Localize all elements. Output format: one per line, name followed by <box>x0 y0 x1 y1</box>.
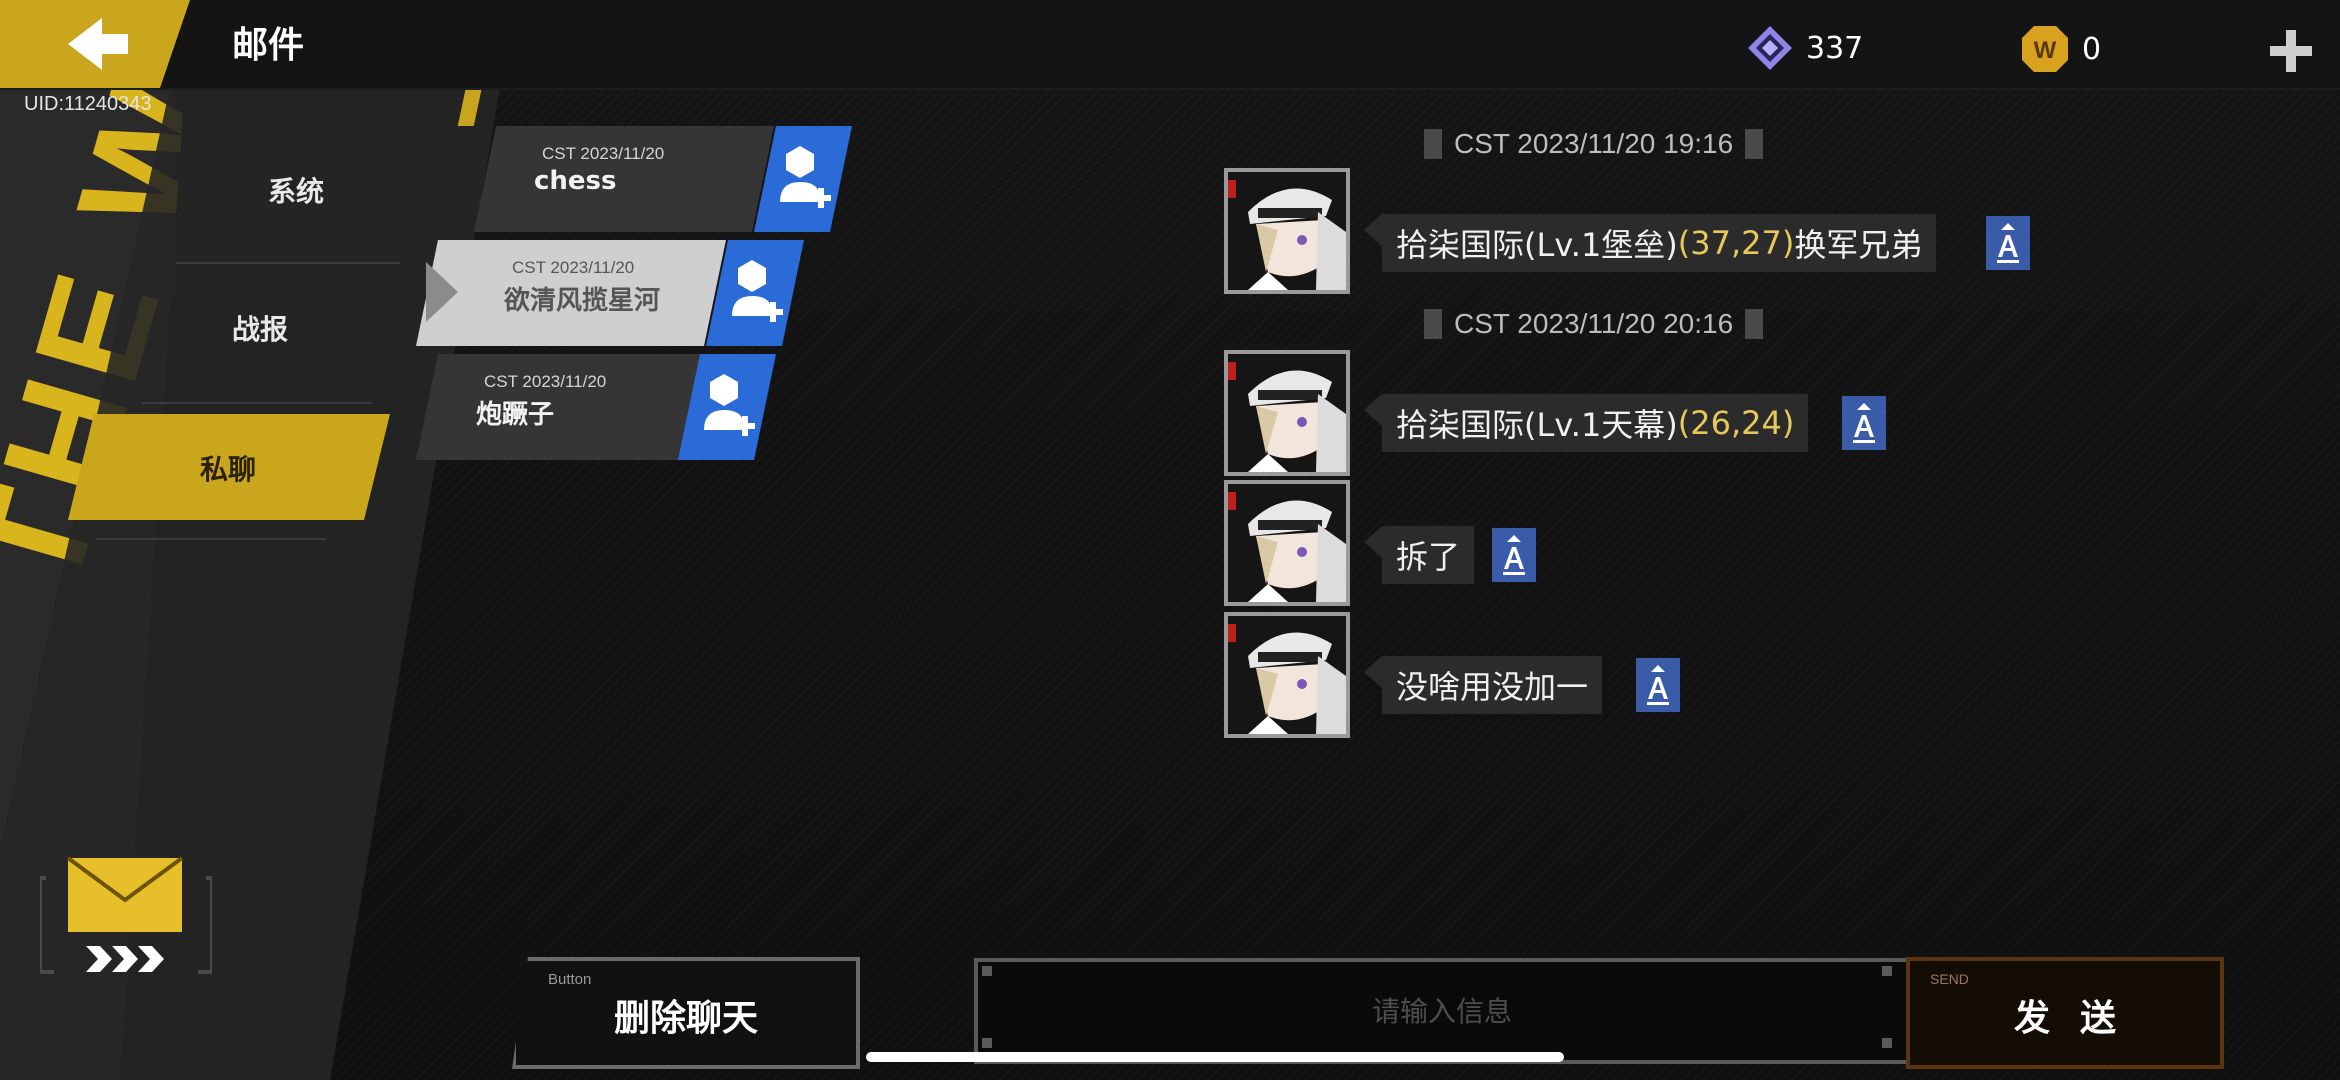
translate-button[interactable] <box>1636 658 1680 712</box>
message-text: 没啥用没加一 <box>1396 668 1589 706</box>
message-bubble[interactable]: 没啥用没加一 <box>1382 656 1603 714</box>
sender-avatar[interactable] <box>1224 350 1350 476</box>
contact-item[interactable]: CST 2023/11/20 chess <box>474 126 852 232</box>
coordinate-link[interactable]: (26,24) <box>1678 404 1795 442</box>
timestamp-marker <box>1424 309 1442 339</box>
message-text: 拆了 <box>1396 538 1461 576</box>
nav-item-private-chat-label: 私聊 <box>200 453 257 486</box>
message-text: 拾柒国际(Lv.1天幕) <box>1396 406 1678 444</box>
timestamp-text: CST 2023/11/20 20:16 <box>1454 308 1734 339</box>
avatar-portrait-icon <box>1228 172 1346 290</box>
coin-currency: W 0 <box>2020 24 2101 74</box>
bubble-tail <box>1364 214 1382 246</box>
back-button[interactable] <box>0 0 190 88</box>
nav-divider <box>176 262 400 264</box>
w-coin-icon: W <box>2022 26 2068 72</box>
contact-card <box>474 126 774 232</box>
input-corner <box>1882 966 1892 976</box>
message-bubble[interactable]: 拾柒国际(Lv.1天幕) (26,24) <box>1382 394 1809 452</box>
timestamp-text: CST 2023/11/20 19:16 <box>1454 128 1734 159</box>
avatar-portrait-icon <box>1228 484 1346 602</box>
page-title: 邮件 <box>232 25 305 66</box>
add-friend-icon <box>778 146 834 210</box>
timestamp-marker <box>1745 309 1764 339</box>
home-indicator[interactable] <box>866 1052 1564 1062</box>
contact-date: CST 2023/11/20 <box>542 144 665 163</box>
message-bubble[interactable]: 拆了 <box>1382 526 1475 584</box>
bubble-tail <box>1364 656 1382 688</box>
nav-divider <box>96 538 326 540</box>
add-friend-icon <box>702 374 758 438</box>
translate-icon <box>1997 223 2019 263</box>
bubble-tail <box>1364 394 1382 426</box>
timestamp-marker <box>1745 129 1764 159</box>
coordinate-link[interactable]: (37,27) <box>1678 224 1795 262</box>
delete-chat-label: 删除聊天 <box>613 998 758 1039</box>
input-corner <box>982 1038 992 1048</box>
chat-timestamp: CST 2023/11/20 20:16 <box>1424 308 1764 340</box>
gem-count: 337 <box>1806 30 1864 66</box>
message-input[interactable] <box>974 958 1910 1064</box>
translate-icon <box>1647 665 1669 705</box>
contact-name: 欲清风揽星河 <box>504 286 661 316</box>
delete-chat-button[interactable]: Button 删除聊天 <box>512 957 860 1069</box>
contact-item-selected[interactable]: CST 2023/11/20 欲清风揽星河 <box>416 240 826 346</box>
translate-icon <box>1853 403 1875 443</box>
send-label: 发送 <box>2013 998 2146 1039</box>
svg-text:W: W <box>2034 37 2057 64</box>
message-bubble[interactable]: 拾柒国际(Lv.1堡垒) (37,27) 换军兄弟 <box>1382 214 1937 272</box>
send-button[interactable]: SEND 发送 <box>1906 957 2224 1069</box>
contact-name: 炮蹶子 <box>476 400 555 430</box>
sender-avatar[interactable] <box>1224 168 1350 294</box>
bubble-tail <box>1364 526 1382 558</box>
input-corner <box>982 966 992 976</box>
translate-button[interactable] <box>1842 396 1886 450</box>
translate-icon <box>1503 535 1525 575</box>
avatar-portrait-icon <box>1228 354 1346 472</box>
top-bar: 邮件 337 W 0 <box>0 0 2340 90</box>
gem-currency: 337 <box>1746 24 1863 72</box>
sender-avatar[interactable] <box>1224 480 1350 606</box>
chat-timestamp: CST 2023/11/20 19:16 <box>1424 128 1764 160</box>
add-plus-icon[interactable] <box>2268 28 2314 74</box>
coin-count: 0 <box>2082 31 2102 67</box>
contact-item[interactable]: CST 2023/11/20 炮蹶子 <box>416 354 794 460</box>
back-arrow-icon <box>68 18 128 70</box>
diamond-gem-icon <box>1748 26 1792 70</box>
sender-avatar[interactable] <box>1224 612 1350 738</box>
button-tag: SEND <box>1930 971 1969 987</box>
button-tag: Button <box>548 971 592 988</box>
nav-item-system[interactable]: 系统 <box>268 170 324 210</box>
message-text-tail: 换军兄弟 <box>1794 226 1923 264</box>
translate-button[interactable] <box>1986 216 2030 270</box>
message-text: 拾柒国际(Lv.1堡垒) <box>1396 226 1678 264</box>
mail-envelope-icon[interactable] <box>40 852 212 982</box>
contact-date: CST 2023/11/20 <box>512 258 635 277</box>
timestamp-marker <box>1424 129 1442 159</box>
selected-arrow-icon <box>426 262 458 322</box>
contact-card <box>416 354 706 460</box>
nav-divider <box>142 402 372 404</box>
contact-name: chess <box>534 166 617 196</box>
translate-button[interactable] <box>1492 528 1536 582</box>
input-corner <box>1882 1038 1892 1048</box>
nav-item-battle-report[interactable]: 战报 <box>232 308 288 348</box>
avatar-portrait-icon <box>1228 616 1346 734</box>
contact-date: CST 2023/11/20 <box>484 372 607 391</box>
add-friend-icon <box>730 260 786 324</box>
uid-label: UID:11240343 <box>24 93 152 115</box>
